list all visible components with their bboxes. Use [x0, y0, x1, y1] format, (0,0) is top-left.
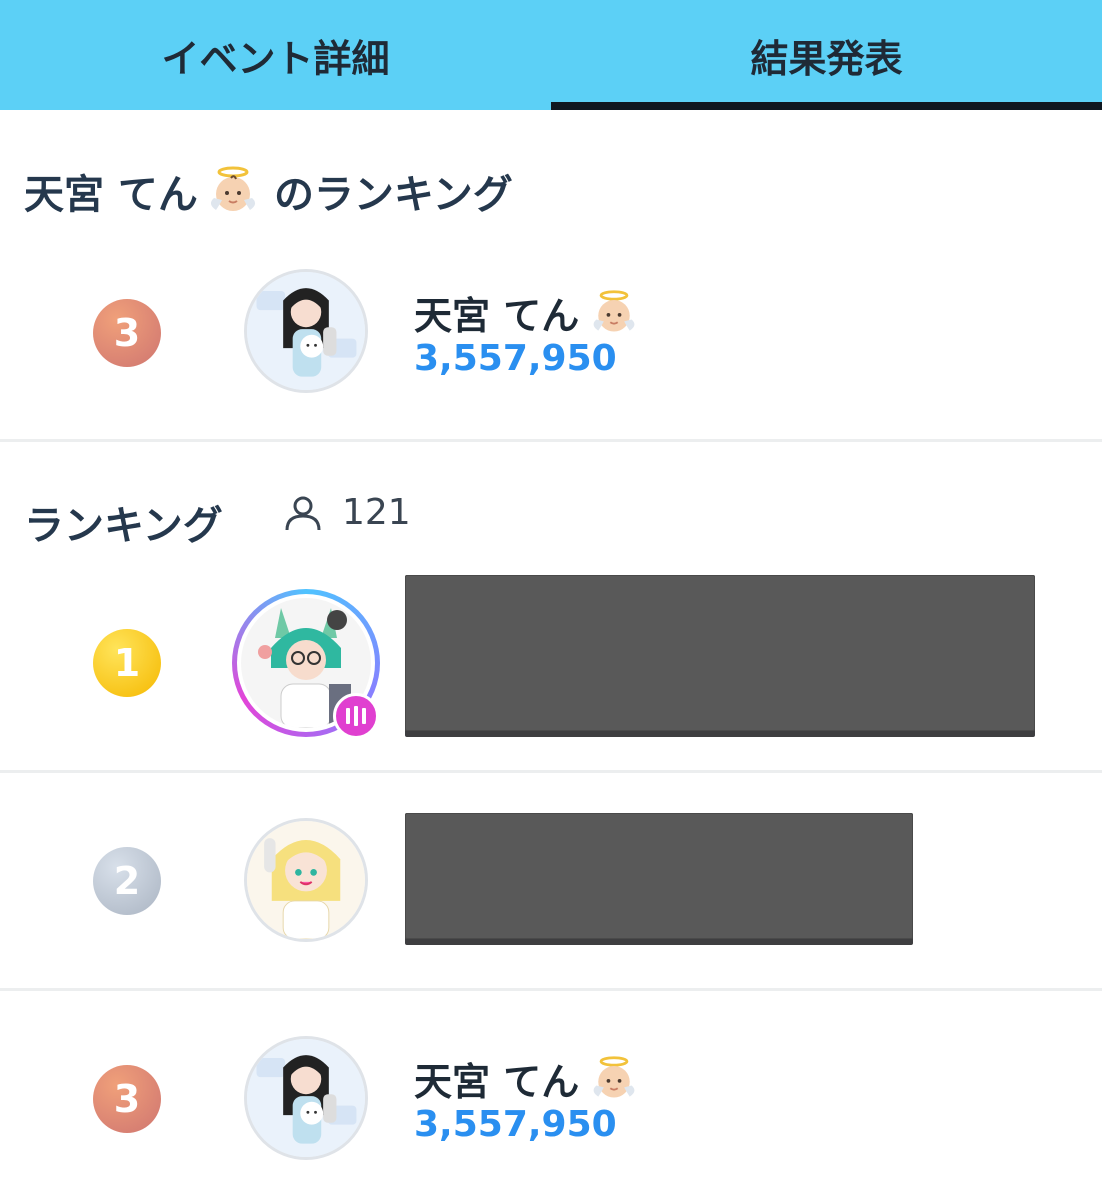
- tab-event-details[interactable]: イベント詳細: [0, 0, 551, 110]
- avatar[interactable]: [244, 1036, 368, 1160]
- user-name-text: 天宮 てん: [414, 294, 580, 338]
- rank-badge: 2: [93, 847, 161, 915]
- participant-count-value: 121: [342, 492, 411, 533]
- divider: [0, 439, 1102, 442]
- baby-angel-emoji-icon: [206, 164, 260, 218]
- user-score: 3,557,950: [414, 338, 617, 379]
- avatar[interactable]: [244, 818, 368, 942]
- ranking-title-text: ランキング: [24, 503, 223, 549]
- rank-badge: 3: [93, 299, 161, 367]
- divider: [0, 770, 1102, 773]
- tab-results[interactable]: 結果発表: [551, 0, 1102, 110]
- avatar[interactable]: [244, 269, 368, 393]
- redacted-name-block: [405, 575, 1035, 731]
- person-icon: [285, 496, 321, 530]
- baby-angel-emoji-icon: [589, 288, 639, 338]
- redacted-name-block: [405, 813, 913, 939]
- user-name: 天宮 てん: [414, 285, 639, 340]
- my-ranking-title-suffix: のランキング: [273, 172, 513, 218]
- divider: [0, 988, 1102, 991]
- live-icon: [333, 693, 379, 739]
- user-name: 天宮 てん: [414, 1051, 639, 1106]
- baby-angel-emoji-icon: [589, 1054, 639, 1104]
- my-ranking-title-name: 天宮 てん: [24, 172, 198, 218]
- tab-bar: イベント詳細 結果発表: [0, 0, 1102, 110]
- user-name-text: 天宮 てん: [414, 1060, 580, 1104]
- rank-badge: 1: [93, 629, 161, 697]
- ranking-title: ランキング: [24, 493, 223, 551]
- user-score: 3,557,950: [414, 1104, 617, 1145]
- participant-count: 121: [284, 492, 411, 533]
- rank-badge: 3: [93, 1065, 161, 1133]
- my-ranking-title: 天宮 てん のランキング: [24, 162, 513, 220]
